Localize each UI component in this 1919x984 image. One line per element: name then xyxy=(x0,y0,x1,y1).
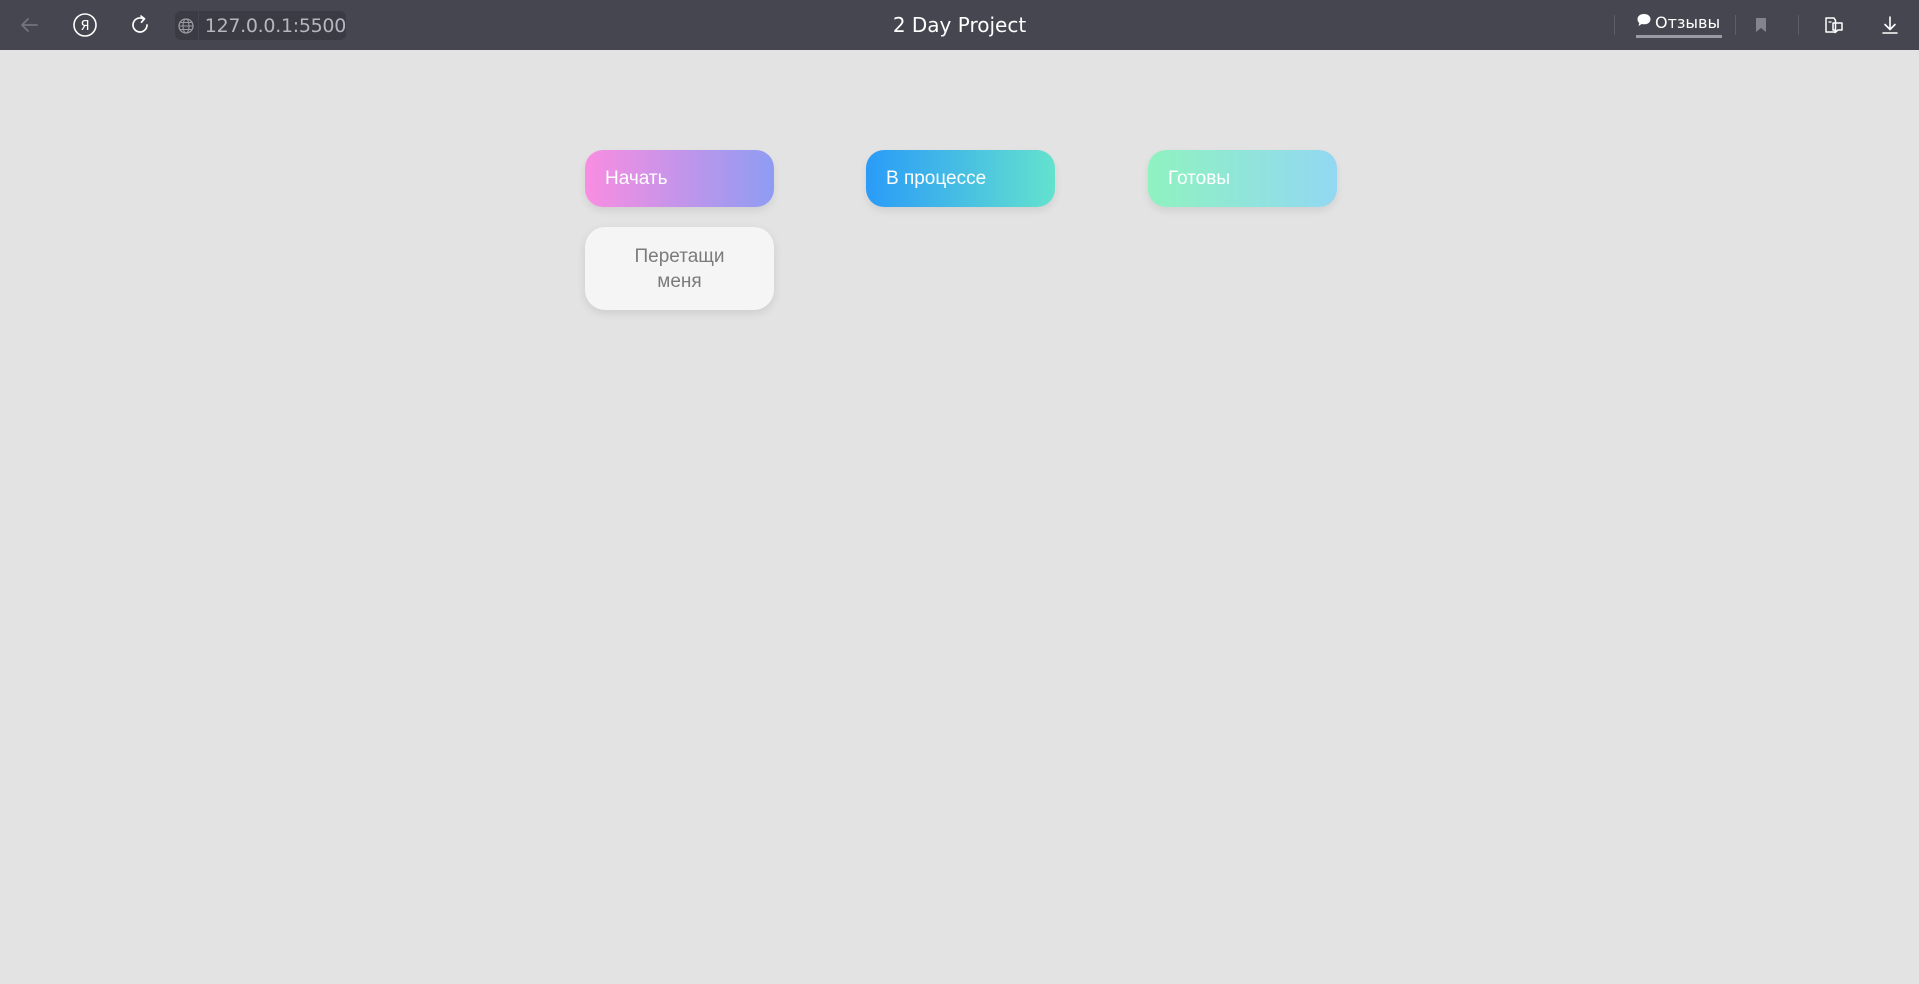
download-icon[interactable] xyxy=(1876,11,1904,39)
column-header-in-progress[interactable]: В процессе xyxy=(866,150,1055,207)
column-header-done[interactable]: Готовы xyxy=(1148,150,1337,207)
toolbar-divider xyxy=(1614,15,1615,35)
browser-titlebar: Я 127.0.0.1:5500 2 Day Project Отзывы xyxy=(0,0,1919,50)
back-icon[interactable] xyxy=(15,11,43,39)
draggable-card[interactable]: Перетащи меня xyxy=(585,227,774,310)
column-header-start[interactable]: Начать xyxy=(585,150,774,207)
svg-text:Я: Я xyxy=(80,19,89,34)
feedback-button[interactable]: Отзывы xyxy=(1636,9,1723,38)
kanban-board: Начать В процессе Готовы Перетащи меня xyxy=(0,50,1919,984)
yandex-icon[interactable]: Я xyxy=(71,11,99,39)
reader-icon[interactable] xyxy=(1820,11,1848,39)
toolbar-divider xyxy=(1735,15,1736,35)
address-bar[interactable]: 127.0.0.1:5500 xyxy=(175,11,346,40)
comment-icon xyxy=(1636,12,1652,32)
address-url[interactable]: 127.0.0.1:5500 xyxy=(199,15,347,37)
toolbar-divider xyxy=(1798,15,1799,35)
globe-icon xyxy=(175,11,199,40)
reload-icon[interactable] xyxy=(126,11,154,39)
feedback-label: Отзывы xyxy=(1655,12,1721,32)
bookmark-icon[interactable] xyxy=(1747,11,1775,39)
